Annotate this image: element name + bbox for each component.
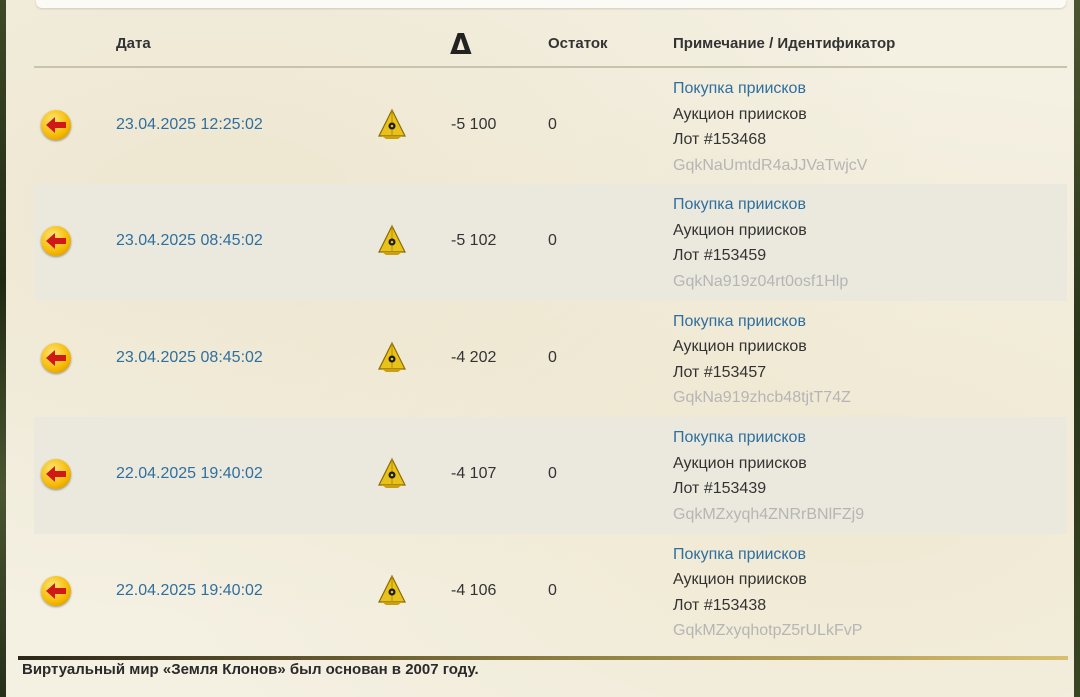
- row-amount: -4 107: [451, 465, 497, 483]
- row-amount: -4 106: [451, 581, 497, 599]
- parchment-panel: Дата Δ Остаток Примечание / Идентификато…: [6, 0, 1074, 697]
- pyramid-coin-icon: [377, 457, 407, 494]
- note-line1: Аукцион приисков: [673, 454, 807, 472]
- transaction-id: GqkMZxyqhotpZ5rULkFvP: [673, 622, 863, 640]
- note-line2: Лот #153457: [673, 363, 767, 381]
- note-line2: Лот #153468: [673, 131, 767, 148]
- pyramid-coin-icon: [377, 574, 407, 611]
- back-arrow-icon[interactable]: [41, 110, 71, 140]
- note-line2: Лот #153459: [673, 247, 767, 265]
- note-link[interactable]: Покупка приисков: [673, 192, 848, 218]
- row-balance: 0: [548, 465, 557, 483]
- header-date: Дата: [116, 35, 151, 52]
- transaction-id: GqkMZxyqh4ZNRrBNlFZj9: [673, 505, 865, 523]
- row-date-link[interactable]: 23.04.2025 08:45:02: [116, 349, 263, 367]
- row-date-link[interactable]: 23.04.2025 08:45:02: [116, 232, 263, 250]
- table-row: 23.04.2025 08:45:02 -5 102 0 Покупка при…: [34, 184, 1067, 301]
- note-line2: Лот #153439: [673, 480, 767, 498]
- note-link[interactable]: Покупка приисков: [673, 425, 864, 451]
- back-arrow-icon[interactable]: [41, 342, 71, 373]
- row-note: Покупка приисков Аукцион приисков Лот #1…: [673, 309, 851, 411]
- footer-text: Виртуальный мир «Земля Клонов» был основ…: [22, 661, 479, 678]
- transaction-id: GqkNa919z04rt0osf1Hlp: [673, 272, 849, 290]
- back-arrow-icon[interactable]: [41, 459, 71, 490]
- back-arrow-icon[interactable]: [41, 226, 71, 257]
- row-date-link[interactable]: 22.04.2025 19:40:02: [116, 582, 263, 600]
- note-link[interactable]: Покупка приисков: [673, 309, 851, 335]
- note-line2: Лот #153438: [673, 596, 767, 614]
- row-balance: 0: [548, 232, 557, 250]
- header-note: Примечание / Идентификатор: [673, 35, 896, 52]
- row-date-link[interactable]: 23.04.2025 12:25:02: [116, 116, 263, 134]
- row-amount: -4 202: [451, 348, 497, 366]
- transaction-id: GqkNa919zhcb48tjtT74Z: [673, 389, 851, 407]
- transactions-table: Дата Δ Остаток Примечание / Идентификато…: [34, 22, 1067, 650]
- row-note: Покупка приисков Аукцион приисков Лот #1…: [673, 192, 848, 294]
- row-amount: -5 100: [451, 116, 497, 133]
- note-link[interactable]: Покупка приисков: [673, 542, 862, 568]
- back-arrow-icon[interactable]: [41, 575, 71, 606]
- row-balance: 0: [548, 581, 557, 599]
- top-panel-edge: [36, 0, 1066, 8]
- row-amount: -5 102: [451, 232, 497, 250]
- header-delta: Δ: [450, 28, 472, 61]
- row-date-link[interactable]: 22.04.2025 19:40:02: [116, 465, 263, 483]
- pyramid-coin-icon: [377, 341, 407, 378]
- table-header: Дата Δ Остаток Примечание / Идентификато…: [34, 22, 1067, 68]
- transaction-id: GqkNaUmtdR4aJJVaTwjcV: [673, 156, 868, 174]
- table-row: 22.04.2025 19:40:02 -4 107 0 Покупка при…: [34, 417, 1067, 534]
- table-row: 23.04.2025 08:45:02 -4 202 0 Покупка при…: [34, 301, 1067, 417]
- note-line1: Аукцион приисков: [673, 338, 807, 356]
- note-line1: Аукцион приисков: [673, 221, 807, 239]
- row-note: Покупка приисков Аукцион приисков Лот #1…: [673, 542, 862, 644]
- row-note: Покупка приисков Аукцион приисков Лот #1…: [673, 425, 864, 527]
- note-link[interactable]: Покупка приисков: [673, 76, 867, 102]
- header-balance: Остаток: [548, 35, 608, 52]
- table-body: 23.04.2025 12:25:02 -5 100 0 Покупка при…: [34, 68, 1067, 650]
- pyramid-coin-icon: [377, 108, 407, 145]
- row-balance: 0: [548, 116, 557, 133]
- footer-divider: [18, 656, 1068, 660]
- table-row: 23.04.2025 12:25:02 -5 100 0 Покупка при…: [34, 68, 1067, 184]
- row-note: Покупка приисков Аукцион приисков Лот #1…: [673, 76, 867, 178]
- note-line1: Аукцион приисков: [673, 105, 807, 123]
- table-row: 22.04.2025 19:40:02 -4 106 0 Покупка при…: [34, 534, 1067, 650]
- pyramid-coin-icon: [377, 224, 407, 261]
- note-line1: Аукцион приисков: [673, 571, 807, 589]
- row-balance: 0: [548, 348, 557, 366]
